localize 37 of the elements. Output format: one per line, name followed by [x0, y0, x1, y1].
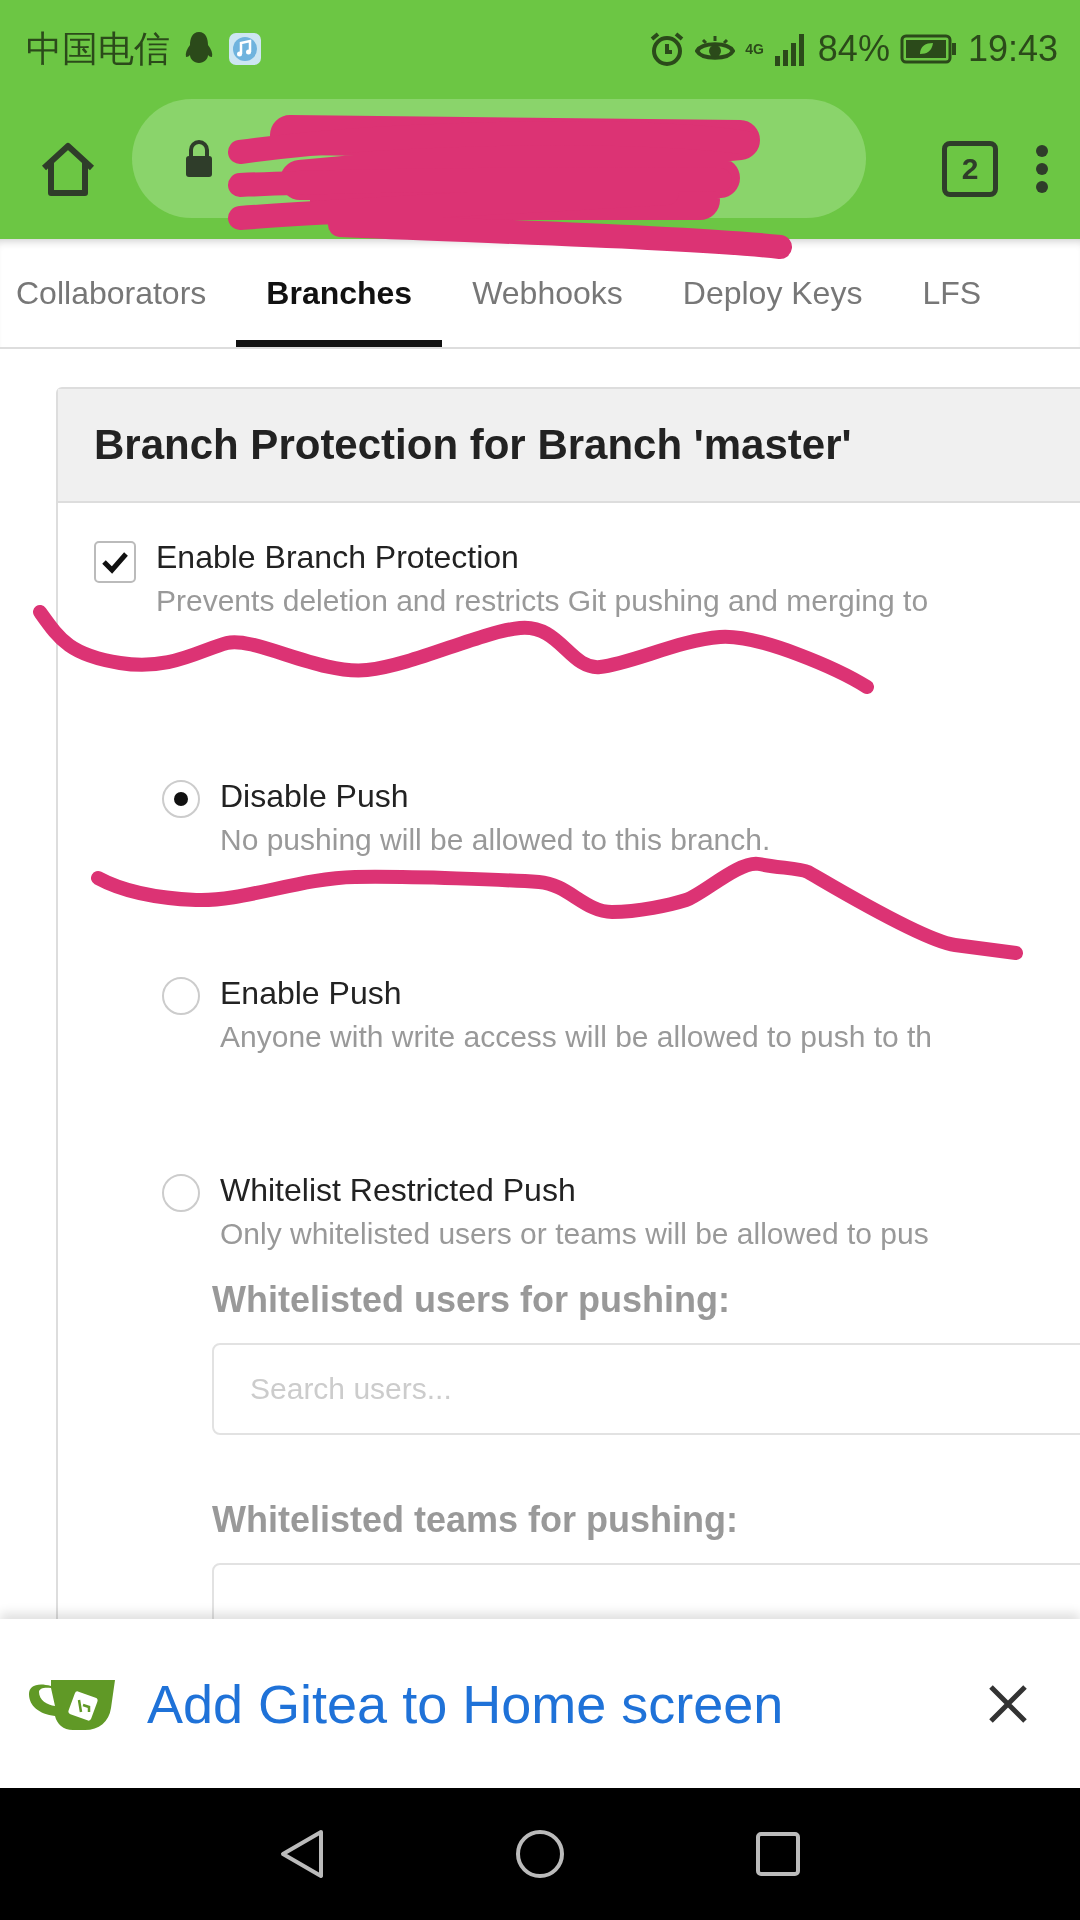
- card-title: Branch Protection for Branch 'master': [58, 389, 1080, 503]
- tab[interactable]: Deploy Keys: [652, 239, 893, 347]
- tab-count-button[interactable]: 2: [942, 140, 998, 197]
- radio-button[interactable]: [162, 1174, 200, 1212]
- checkmark-icon: [101, 550, 129, 574]
- battery-icon: [899, 34, 958, 64]
- recents-icon[interactable]: [755, 1831, 801, 1877]
- field-label: Whitelisted users for pushing:: [212, 1279, 732, 1321]
- menu-icon[interactable]: [1034, 143, 1050, 194]
- radio-button[interactable]: [162, 977, 200, 1015]
- carrier-name: 中国电信: [26, 26, 170, 71]
- checkbox[interactable]: [94, 541, 136, 583]
- tab[interactable]: LFS: [892, 239, 1012, 347]
- close-button[interactable]: [988, 1683, 1028, 1724]
- alarm-icon: [649, 31, 686, 67]
- field-label: Whitelisted teams for pushing:: [212, 1499, 740, 1541]
- radio-button[interactable]: [162, 780, 200, 818]
- checkbox-label: Enable Branch Protection: [156, 539, 520, 576]
- battery-percent: 84%: [817, 28, 890, 70]
- music-app-icon: [228, 32, 262, 66]
- add-to-home-link[interactable]: Add Gitea to Home screen: [147, 1672, 784, 1735]
- clock-time: 19:43: [967, 28, 1058, 70]
- tab[interactable]: Webhooks: [442, 239, 653, 347]
- network-type: 4G: [745, 42, 764, 56]
- tab[interactable]: Branches: [236, 239, 443, 347]
- option-description: Anyone with write access will be allowed to push to th: [220, 1020, 933, 1054]
- radio-label: Disable Push: [220, 778, 410, 815]
- radio-label: Whitelist Restricted Push: [220, 1172, 577, 1209]
- option-description: No pushing will be allowed to this branch.: [220, 823, 771, 857]
- back-icon[interactable]: [279, 1828, 325, 1880]
- home-circle-icon[interactable]: [515, 1829, 565, 1879]
- radio-label: Enable Push: [220, 975, 403, 1012]
- lock-icon: [184, 138, 214, 179]
- option-description: Only whitelisted users or teams will be allowed to pus: [220, 1217, 929, 1251]
- option-description: Prevents deletion and restricts Git pushing and merging to: [156, 584, 929, 618]
- tab[interactable]: Collaborators: [0, 239, 237, 347]
- home-icon[interactable]: [40, 141, 96, 196]
